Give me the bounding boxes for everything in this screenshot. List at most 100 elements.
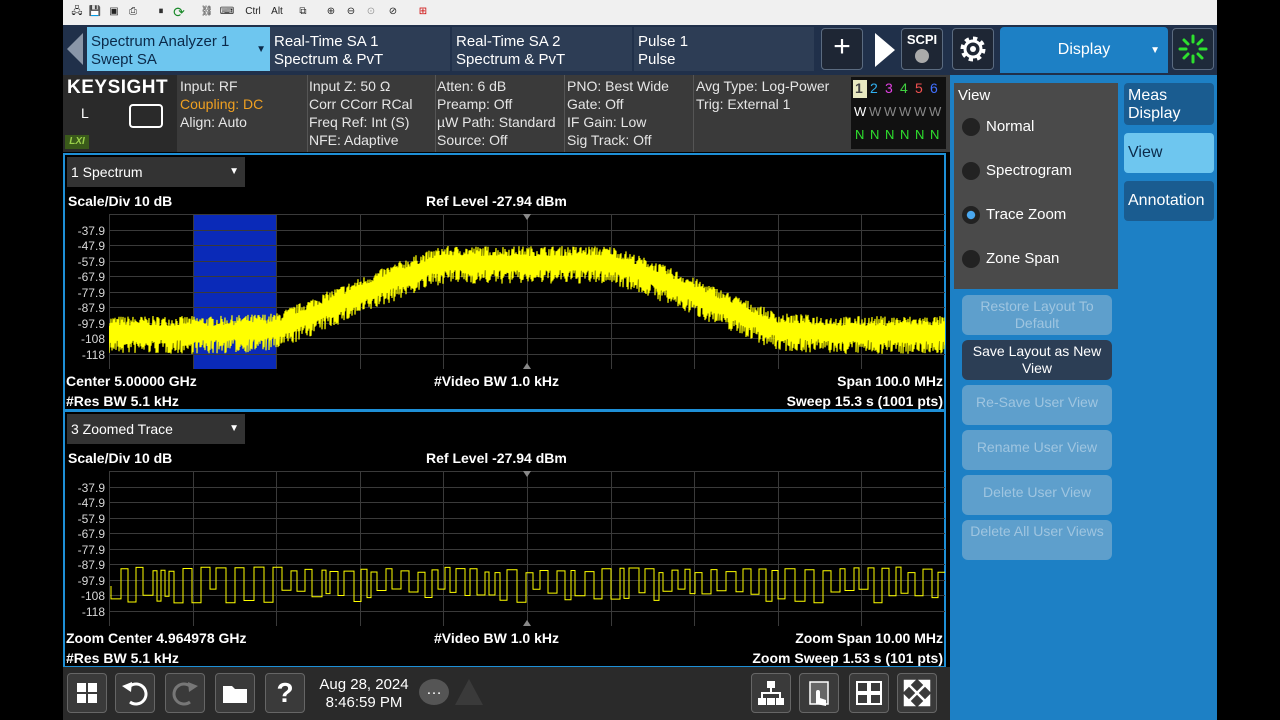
full-screen-button[interactable] xyxy=(897,673,937,713)
y-tick: -37.9 xyxy=(77,481,105,495)
zoom-span-label: Zoom Span 10.00 MHz xyxy=(795,630,943,646)
view-option-normal[interactable]: Normal xyxy=(962,109,1034,145)
window-selector[interactable]: 3 Zoomed Trace ▼ xyxy=(67,414,245,444)
zoomed-plot[interactable] xyxy=(109,471,945,626)
tab-line1: Spectrum Analyzer 1 xyxy=(91,33,230,50)
res-bw-label: #Res BW 5.1 kHz xyxy=(66,393,179,409)
scpi-status-icon xyxy=(915,49,929,63)
ctrl-key[interactable]: Ctrl xyxy=(243,4,263,20)
center-marker xyxy=(523,471,531,477)
spectrum-plot[interactable] xyxy=(109,214,945,369)
info-column-5[interactable]: Avg Type: Log-Power Trig: External 1 xyxy=(696,77,829,113)
zoom-out-icon[interactable]: ⊖ xyxy=(343,4,359,20)
trace-1-detector: N xyxy=(855,127,865,142)
tab-line2: Swept SA xyxy=(91,51,157,68)
restore-layout-button[interactable]: Restore Layout To Default xyxy=(962,295,1112,335)
tab-view[interactable]: View xyxy=(1124,133,1214,173)
rename-user-view-button[interactable]: Rename User View xyxy=(962,430,1112,470)
tab-meas-display[interactable]: Meas Display xyxy=(1124,83,1214,125)
view-option-spectrogram[interactable]: Spectrogram xyxy=(962,153,1072,189)
tab-pulse-1[interactable]: Pulse 1 Pulse xyxy=(634,27,814,71)
brand-panel: KEYSIGHT L LXI xyxy=(63,75,177,152)
print-icon[interactable]: ⎙ xyxy=(125,4,141,20)
link-icon[interactable]: ⛓ xyxy=(199,4,215,20)
undo-button[interactable] xyxy=(115,673,155,713)
zoom-fit-icon[interactable]: ⊙ xyxy=(363,4,379,20)
info-column-3[interactable]: Atten: 6 dB Preamp: Off µW Path: Standar… xyxy=(437,77,556,149)
y-tick: -87.9 xyxy=(77,558,105,572)
alt-key[interactable]: Alt xyxy=(267,4,287,20)
add-measurement-button[interactable]: + xyxy=(821,28,863,70)
zoom-in-icon[interactable]: ⊕ xyxy=(323,4,339,20)
help-button[interactable]: ? xyxy=(265,673,305,713)
date-label: Aug 28, 2024 xyxy=(319,676,409,693)
sweep-label: Sweep 15.3 s (1001 pts) xyxy=(786,393,943,409)
play-icon[interactable] xyxy=(875,33,895,67)
window-selector-label: 3 Zoomed Trace xyxy=(71,421,173,437)
keyboard-icon[interactable]: ⌨ xyxy=(219,4,235,20)
disk-icon[interactable]: ▣ xyxy=(106,4,122,20)
y-tick: -47.9 xyxy=(77,496,105,510)
input-setting: Input: RF xyxy=(180,78,238,94)
scpi-button[interactable]: SCPI xyxy=(901,28,943,70)
delete-all-user-views-button[interactable]: Delete All User Views xyxy=(962,520,1112,560)
hand-icon xyxy=(809,681,829,706)
spectrum-window[interactable]: 1 Spectrum ▼ Scale/Div 10 dB Ref Level -… xyxy=(63,153,946,411)
date-time-display: Aug 28, 2024 8:46:59 PM xyxy=(315,676,413,712)
zoomed-trace-window[interactable]: 3 Zoomed Trace ▼ Scale/Div 10 dB Ref Lev… xyxy=(63,410,946,668)
remote-icon[interactable] xyxy=(129,104,163,128)
windows-start-button[interactable] xyxy=(67,673,107,713)
center-marker xyxy=(523,363,531,369)
if-gain-setting: IF Gain: Low xyxy=(567,114,647,130)
settings-button[interactable] xyxy=(952,28,994,70)
atten-setting: Atten: 6 dB xyxy=(437,78,507,94)
pause-icon[interactable]: ⏸ xyxy=(153,4,169,20)
zoom-reset-icon[interactable]: ⊘ xyxy=(385,4,401,20)
tab-dropdown-icon[interactable]: ▼ xyxy=(256,41,266,59)
multi-screen-button[interactable] xyxy=(849,673,889,713)
info-column-2[interactable]: Input Z: 50 Ω Corr CCorr RCal Freq Ref: … xyxy=(309,77,412,149)
view-option-label: Spectrogram xyxy=(986,162,1072,179)
activity-icon xyxy=(1178,34,1208,64)
redo-icon xyxy=(172,682,198,706)
bottom-taskbar: ? Aug 28, 2024 8:46:59 PM … xyxy=(63,667,950,720)
save-icon[interactable]: 💾 xyxy=(87,4,103,20)
y-tick: -97.9 xyxy=(77,574,105,588)
view-option-trace-zoom[interactable]: Trace Zoom xyxy=(962,197,1066,233)
tab-real-time-sa-1[interactable]: Real-Time SA 1 Spectrum & PvT xyxy=(270,27,450,71)
network-icon[interactable]: 🖧 xyxy=(69,4,85,20)
resave-user-view-button[interactable]: Re-Save User View xyxy=(962,385,1112,425)
undo-icon xyxy=(122,682,148,706)
radio-icon xyxy=(962,250,980,269)
trace-2-detector: N xyxy=(870,127,880,142)
refresh-icon[interactable]: ⟳ xyxy=(171,4,187,20)
folder-icon xyxy=(223,686,247,703)
redo-button[interactable] xyxy=(165,673,205,713)
info-column-1[interactable]: Input: RF Coupling: DC Align: Auto xyxy=(180,77,263,131)
status-button[interactable] xyxy=(1172,28,1214,70)
touch-on-off-button[interactable] xyxy=(751,673,791,713)
file-button[interactable] xyxy=(215,673,255,713)
view-option-zone-span[interactable]: Zone Span xyxy=(962,241,1059,277)
keysight-logo: KEYSIGHT xyxy=(67,77,169,98)
message-icon[interactable]: … xyxy=(419,679,449,705)
save-layout-button[interactable]: Save Layout as New View xyxy=(962,340,1112,380)
window-selector[interactable]: 1 Spectrum ▼ xyxy=(67,157,245,187)
mode-indicator: L xyxy=(81,105,89,121)
delete-user-view-button[interactable]: Delete User View xyxy=(962,475,1112,515)
trace-6-detector: N xyxy=(930,127,940,142)
scroll-left-icon[interactable] xyxy=(67,33,83,65)
tab-annotation[interactable]: Annotation xyxy=(1124,181,1214,221)
y-tick: -77.9 xyxy=(77,543,105,557)
display-menu-button[interactable]: Display ▼ xyxy=(1000,27,1168,73)
grid-icon[interactable]: ⊞ xyxy=(415,4,431,20)
info-column-4[interactable]: PNO: Best Wide Gate: Off IF Gain: Low Si… xyxy=(567,77,669,149)
copy-icon[interactable]: ⧉ xyxy=(295,4,311,20)
trace-indicator-panel[interactable]: 1 2 3 4 5 6 W W W W W W N N N N N N xyxy=(851,77,946,149)
y-tick: -57.9 xyxy=(77,512,105,526)
tab-spectrum-analyzer-1[interactable]: Spectrum Analyzer 1 Swept SA ▼ xyxy=(87,27,270,71)
touch-gesture-button[interactable] xyxy=(799,673,839,713)
warning-icon[interactable] xyxy=(455,679,483,705)
radio-icon xyxy=(962,118,980,137)
tab-real-time-sa-2[interactable]: Real-Time SA 2 Spectrum & PvT xyxy=(452,27,632,71)
